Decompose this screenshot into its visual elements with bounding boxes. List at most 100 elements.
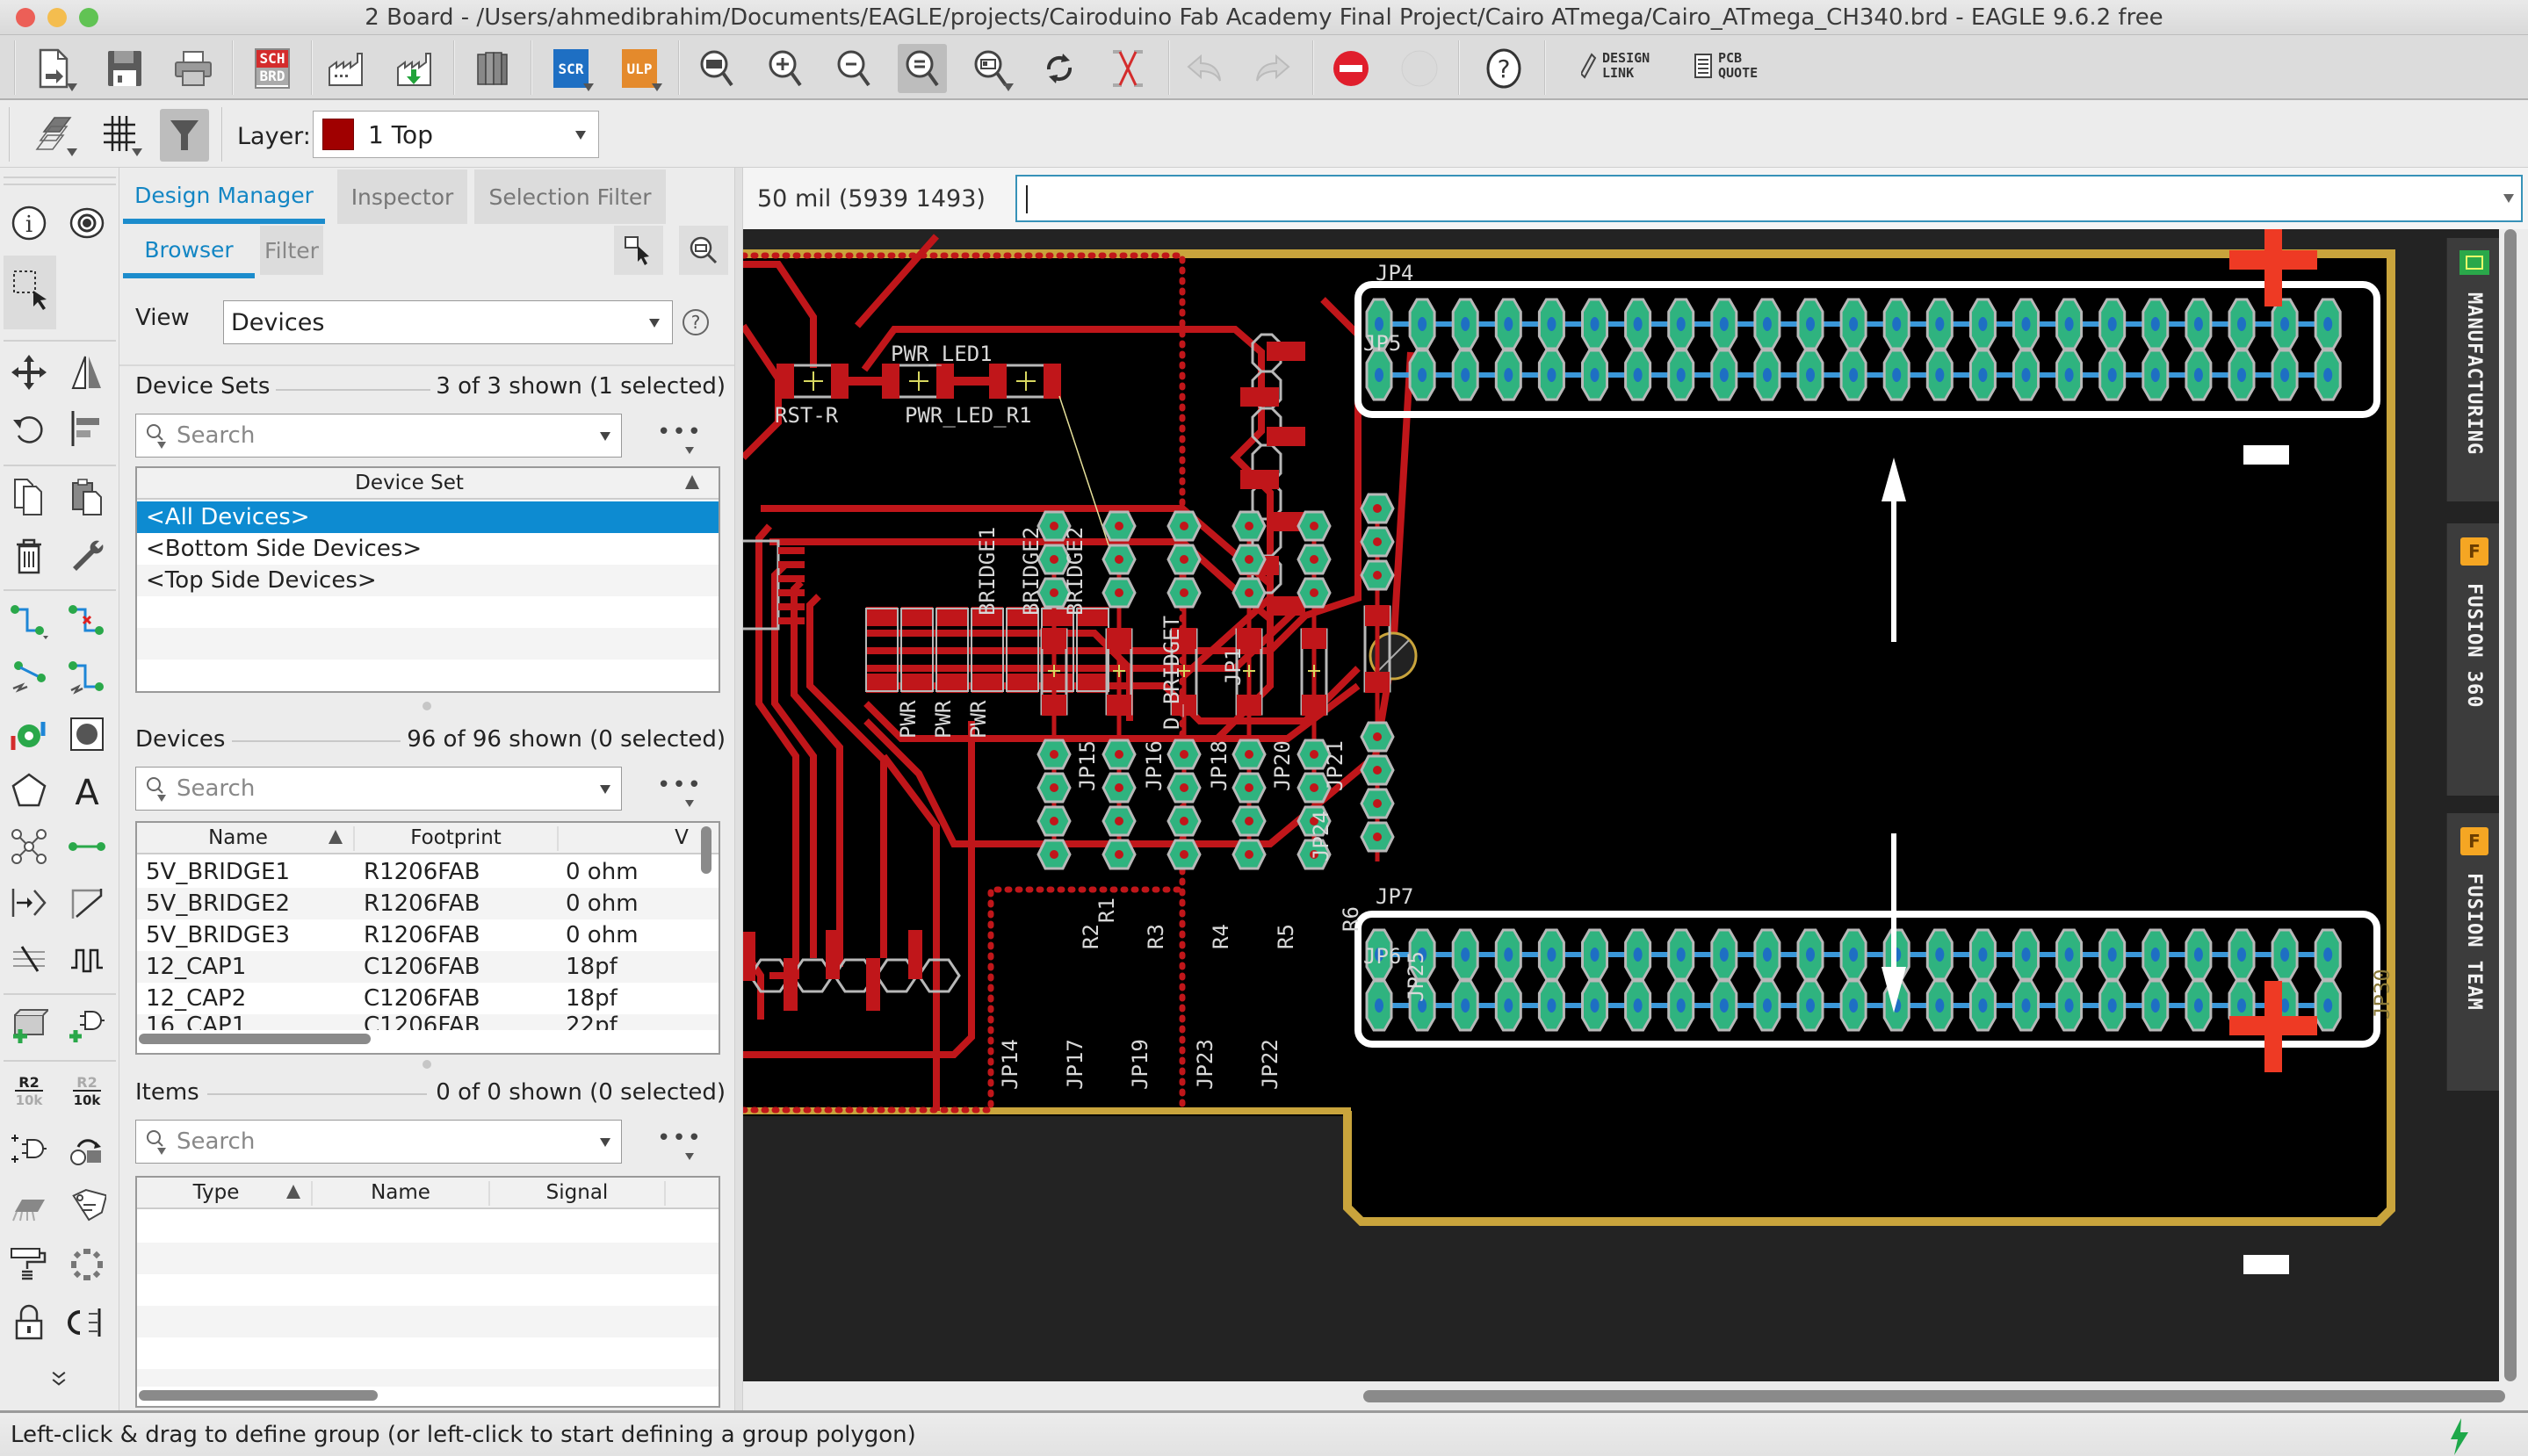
canvas-vertical-scrollbar[interactable] [2504,229,2517,1381]
info-button[interactable]: i [5,199,53,247]
side-tab-manufacturing[interactable]: MANUFACTURING [2446,238,2499,501]
invoke-button[interactable] [5,1125,53,1172]
command-line-input[interactable] [1015,175,2523,222]
paste-button[interactable] [63,473,111,521]
add-package-button[interactable] [5,1002,53,1049]
zoom-fit-button[interactable] [692,44,741,93]
zoom-to-selection-button[interactable] [679,226,728,275]
cam-processor-button[interactable] [321,44,371,93]
device-sets-search[interactable]: Search [135,414,622,458]
value-button[interactable]: R2 10k [63,1067,111,1114]
column-header-value[interactable]: V [664,826,699,849]
items-search[interactable]: Search [135,1120,622,1164]
signal-button[interactable] [5,823,53,870]
library-button[interactable] [467,44,516,93]
device-row[interactable]: 12_CAP2 C1206FAB 18pf [137,983,719,1014]
tab-inspector[interactable]: Inspector [337,169,467,224]
splitter-handle[interactable] [423,702,431,710]
view-select[interactable]: Devices [223,300,673,344]
move-button[interactable] [5,349,53,396]
column-header-footprint[interactable]: Footprint [355,826,557,849]
redo-button[interactable] [1247,44,1297,93]
side-tab-fusion-360[interactable]: F FUSION 360 [2446,523,2499,796]
devices-horizontal-scrollbar[interactable] [139,1034,371,1044]
polygon-button[interactable] [5,767,53,814]
expand-toolbar-button[interactable] [35,1362,83,1397]
devices-search[interactable]: Search [135,767,622,811]
device-row[interactable]: 16_CAP1 C1206FAB 22pf [137,1014,719,1030]
zoom-out-button[interactable] [829,44,878,93]
device-set-row[interactable]: <Top Side Devices> [137,565,719,596]
via-button[interactable] [5,710,53,758]
view-help-button[interactable]: ? [683,309,709,335]
devices-vertical-scrollbar[interactable] [701,826,711,874]
device-set-row[interactable]: <All Devices> [137,501,719,533]
device-row[interactable]: 5V_BRIDGE2 R1206FAB 0 ohm [137,888,719,919]
layer-settings-button[interactable] [30,109,79,158]
filter-button[interactable] [160,109,209,162]
side-tab-fusion-team[interactable]: F FUSION TEAM [2446,813,2499,1091]
optimize-button[interactable] [63,1241,111,1288]
column-header-name[interactable]: Name [313,1181,488,1204]
fanout-button[interactable] [5,654,53,702]
miter-button[interactable] [63,879,111,926]
wire-button[interactable] [63,823,111,870]
dimension-button[interactable] [5,879,53,926]
print-button[interactable] [169,44,218,93]
subtab-browser[interactable]: Browser [123,222,255,278]
column-header-name[interactable]: Name [137,826,339,849]
device-row[interactable]: 12_CAP1 C1206FAB 18pf [137,951,719,983]
column-header-type[interactable]: Type [137,1181,295,1204]
manufacturing-download-button[interactable] [390,44,439,93]
select-on-canvas-button[interactable] [614,226,663,275]
attribute-button[interactable] [63,1183,111,1230]
design-link-button[interactable]: DESIGN LINK [1581,51,1650,81]
tab-design-manager[interactable]: Design Manager [123,168,325,224]
paint-button[interactable] [5,1241,53,1288]
script-button[interactable]: SCR [546,44,596,93]
column-header-device-set[interactable]: Device Set [137,472,682,494]
change-button[interactable] [63,531,111,579]
ulp-button[interactable]: ULP [615,44,664,93]
show-button[interactable] [63,199,111,247]
subtab-filter[interactable]: Filter [260,226,323,275]
split-button[interactable] [5,935,53,983]
ratsnest-button[interactable] [1103,44,1152,93]
device-sets-more-button[interactable]: ••• [657,419,703,445]
align-button[interactable] [63,405,111,452]
delete-button[interactable] [5,531,53,579]
add-part-button[interactable] [63,1002,111,1049]
name-button[interactable]: R2 10k [5,1067,53,1114]
meander-button[interactable] [63,654,111,702]
meander-length-button[interactable] [63,935,111,983]
canvas-horizontal-scrollbar[interactable] [1363,1390,2505,1402]
device-set-row[interactable]: <Bottom Side Devices> [137,533,719,565]
smash-button[interactable] [5,1183,53,1230]
help-button[interactable]: ? [1479,44,1528,93]
device-row[interactable]: 5V_BRIDGE3 R1206FAB 0 ohm [137,919,719,951]
grid-button[interactable] [95,109,144,158]
command-history-dropdown[interactable] [2503,194,2514,203]
device-row[interactable]: 5V_BRIDGE1 R1206FAB 0 ohm [137,856,719,888]
panel-splitter[interactable] [734,168,743,1410]
zoom-in-button[interactable] [761,44,810,93]
pcb-quote-button[interactable]: PCB QUOTE [1694,51,1758,81]
tab-selection-filter[interactable]: Selection Filter [474,169,666,224]
copy-button[interactable] [5,473,53,521]
undo-button[interactable] [1181,44,1230,93]
zoom-selection-button[interactable] [898,44,947,93]
hole-button[interactable] [63,710,111,758]
layer-select[interactable]: 1 Top [313,111,599,158]
lightning-bolt-icon[interactable] [2447,1418,2472,1455]
splitter-handle[interactable] [423,1060,431,1069]
board-canvas[interactable]: JP4 JP5 JP6 JP7 PWR_LED1 RST-R PWR_LED_R… [743,229,2499,1381]
mirror-button[interactable] [63,349,111,396]
rotate-button[interactable] [5,405,53,452]
lock-button[interactable] [5,1299,53,1346]
switch-schematic-board-button[interactable]: SCH BRD [248,44,297,93]
swap-button[interactable] [63,1299,111,1346]
stop-button[interactable] [1326,44,1376,93]
column-header-signal[interactable]: Signal [490,1181,664,1204]
redraw-button[interactable] [1035,44,1084,93]
zoom-area-button[interactable] [966,44,1015,93]
